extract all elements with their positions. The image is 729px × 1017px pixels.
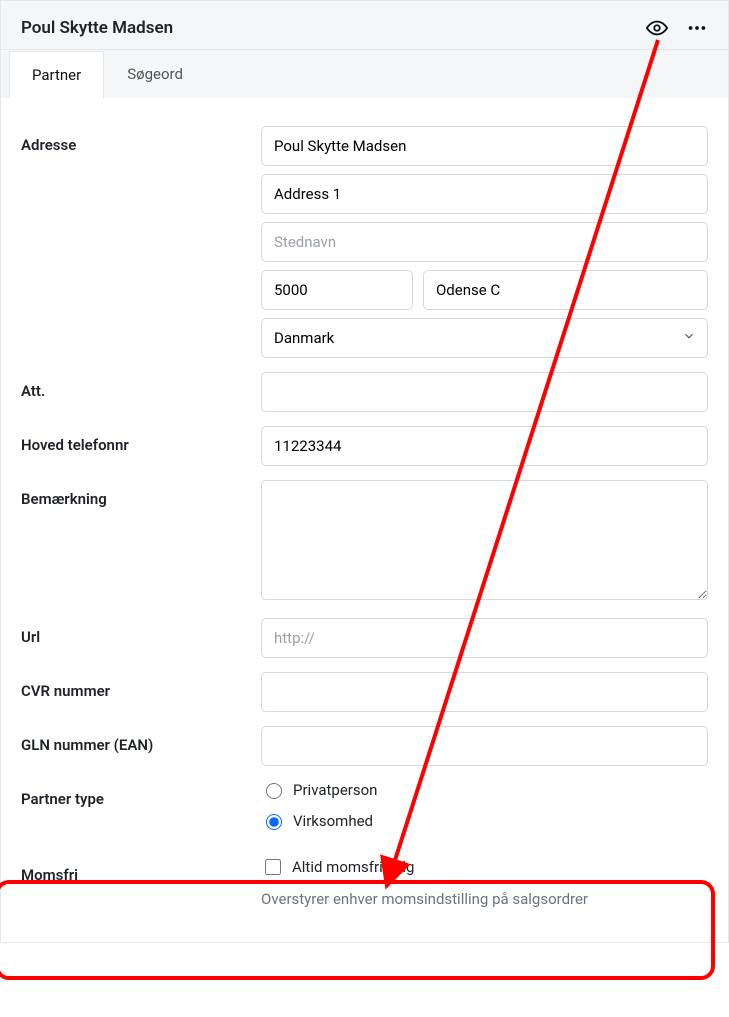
url-input[interactable]: [261, 618, 708, 658]
label-cvr: CVR nummer: [21, 672, 261, 700]
checkbox-momsfri[interactable]: Altid momsfri salg: [261, 856, 708, 878]
label-url: Url: [21, 618, 261, 646]
panel-header: Poul Skytte Madsen: [1, 1, 728, 50]
form-body: Adresse Danmark: [1, 98, 728, 942]
gln-input[interactable]: [261, 726, 708, 766]
tab-partner[interactable]: Partner: [9, 51, 104, 99]
label-adresse: Adresse: [21, 126, 261, 154]
momsfri-hint: Overstyrer enhver momsindstilling på sal…: [261, 890, 708, 908]
radio-virksomhed-label: Virksomhed: [293, 812, 373, 830]
address1-input[interactable]: [261, 174, 708, 214]
radio-privatperson-input[interactable]: [266, 783, 282, 799]
label-partner-type: Partner type: [21, 780, 261, 808]
att-input[interactable]: [261, 372, 708, 412]
radio-privatperson-label: Privatperson: [293, 781, 377, 799]
country-select[interactable]: Danmark: [261, 318, 708, 358]
tab-sogeord[interactable]: Søgeord: [104, 50, 206, 98]
name-input[interactable]: [261, 126, 708, 166]
checkbox-momsfri-input[interactable]: [265, 859, 281, 875]
label-gln: GLN nummer (EAN): [21, 726, 261, 754]
checkbox-momsfri-label: Altid momsfri salg: [292, 858, 414, 876]
label-momsfri: Momsfri: [21, 856, 261, 884]
radio-virksomhed-input[interactable]: [266, 814, 282, 830]
radio-virksomhed[interactable]: Virksomhed: [261, 811, 708, 830]
bemaerkning-textarea[interactable]: [261, 480, 708, 600]
postal-input[interactable]: [261, 270, 413, 310]
label-att: Att.: [21, 372, 261, 400]
cvr-input[interactable]: [261, 672, 708, 712]
telefon-input[interactable]: [261, 426, 708, 466]
tab-bar: Partner Søgeord: [1, 50, 728, 98]
label-telefon: Hoved telefonnr: [21, 426, 261, 454]
visibility-eye-icon[interactable]: [646, 17, 668, 39]
more-menu-icon[interactable]: [686, 17, 708, 39]
label-bemaerkning: Bemærkning: [21, 480, 261, 508]
stednavn-input[interactable]: [261, 222, 708, 262]
page-title: Poul Skytte Madsen: [21, 18, 646, 38]
radio-privatperson[interactable]: Privatperson: [261, 780, 708, 799]
city-input[interactable]: [423, 270, 708, 310]
